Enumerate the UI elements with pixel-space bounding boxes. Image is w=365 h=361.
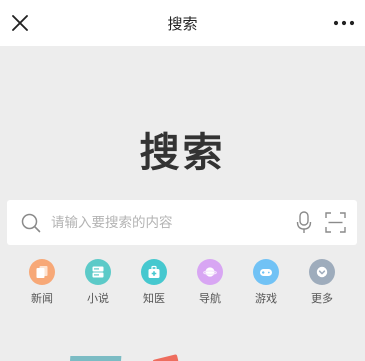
book-icon <box>92 266 104 278</box>
entry-games[interactable]: 游戏 <box>238 259 294 306</box>
entry-label: 知医 <box>143 292 165 305</box>
search-page: 搜索 搜索 请输入要搜索的内容 新闻 小说 知医 导航 游戏 更多 <box>0 0 365 361</box>
entry-navigation[interactable]: 导航 <box>182 259 238 306</box>
banner-shape <box>152 354 179 361</box>
entry-label: 导航 <box>199 292 221 305</box>
entry-news[interactable]: 新闻 <box>14 259 70 306</box>
gamepad-icon <box>260 269 272 276</box>
close-icon[interactable] <box>9 12 31 34</box>
scan-icon[interactable] <box>325 212 346 233</box>
medical-kit-icon <box>148 265 160 278</box>
entry-icon-badge <box>253 259 279 285</box>
document-icon <box>36 266 48 278</box>
entry-icon-badge <box>29 259 55 285</box>
search-input[interactable] <box>51 208 281 237</box>
entry-novel[interactable]: 小说 <box>70 259 126 306</box>
entry-icon-badge <box>197 259 223 285</box>
entry-icon-badge <box>309 259 335 285</box>
more-icon[interactable] <box>331 12 357 34</box>
entry-label: 新闻 <box>31 292 53 305</box>
banner-shape <box>69 356 122 361</box>
entry-icon-badge <box>141 259 167 285</box>
planet-icon <box>203 267 217 277</box>
entry-label: 更多 <box>311 292 333 305</box>
search-logo: 搜索 <box>139 130 226 176</box>
entry-icon-badge <box>85 259 111 285</box>
nav-title: 搜索 <box>167 14 198 33</box>
entry-medical[interactable]: 知医 <box>126 259 182 306</box>
entry-label: 游戏 <box>255 292 277 305</box>
search-icon <box>21 213 41 233</box>
entry-more[interactable]: 更多 <box>294 259 350 306</box>
quick-entry-row: 新闻 小说 知医 导航 游戏 更多 <box>0 259 365 307</box>
entry-label: 小说 <box>87 292 109 305</box>
chevron-down-icon <box>316 266 328 278</box>
top-nav-bar: 搜索 <box>0 0 365 46</box>
search-bar[interactable] <box>7 200 357 245</box>
microphone-icon[interactable] <box>296 211 312 234</box>
